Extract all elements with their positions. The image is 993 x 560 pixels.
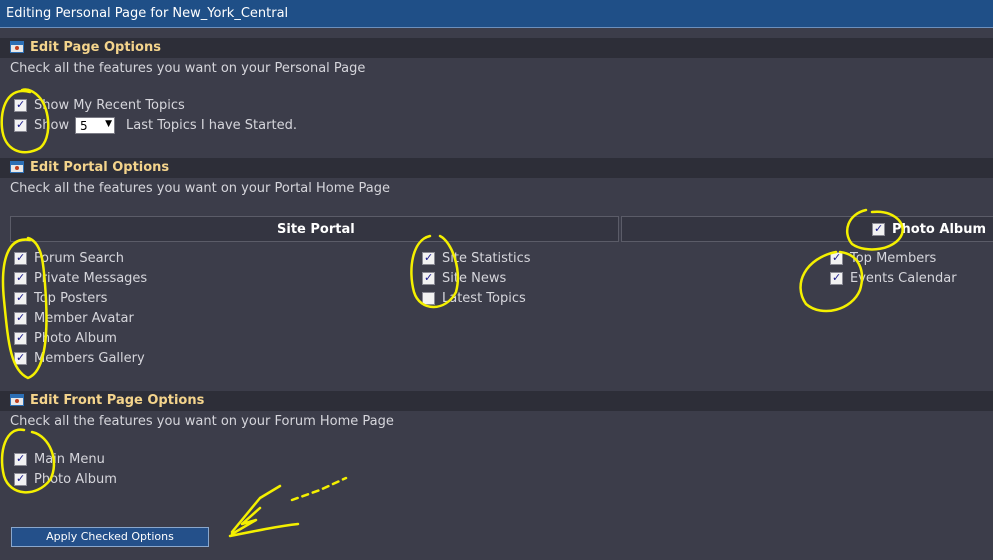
option-label: Photo Album <box>34 472 117 487</box>
section-header-page-options: Edit Page Options <box>0 38 993 58</box>
chevron-down-icon: ▼ <box>105 119 112 129</box>
checkbox-site-news[interactable] <box>422 271 435 285</box>
window-title: Editing Personal Page for New_York_Centr… <box>6 6 289 21</box>
section-header-front-page-options: Edit Front Page Options <box>0 391 993 411</box>
section-icon <box>10 394 24 406</box>
window-titlebar: Editing Personal Page for New_York_Centr… <box>0 0 993 28</box>
checkbox-latest-topics[interactable] <box>422 292 435 305</box>
annotation-arrow <box>230 484 282 534</box>
option-label: Forum Search <box>34 251 125 266</box>
checkbox-main-menu[interactable] <box>14 452 27 466</box>
photo-album-header-title: Photo Album <box>892 222 987 237</box>
option-label: Latest Topics <box>442 291 526 306</box>
checkbox-member-avatar[interactable] <box>14 311 27 325</box>
checkbox-show-recent-topics[interactable] <box>14 98 27 112</box>
option-label: Site News <box>442 271 507 286</box>
option-label: Main Menu <box>34 452 105 467</box>
topics-count-value: 5 <box>80 119 88 133</box>
checkbox-private-messages[interactable] <box>14 271 27 285</box>
checkbox-site-statistics[interactable] <box>422 251 435 265</box>
page-options-description: Check all the features you want on your … <box>10 61 366 76</box>
option-label: Events Calendar <box>850 271 957 286</box>
topics-suffix-label: Last Topics I have Started. <box>126 118 297 133</box>
section-title-front-page-options: Edit Front Page Options <box>30 393 205 408</box>
option-label: Private Messages <box>34 271 148 286</box>
annotation-arrow <box>290 476 348 502</box>
section-icon <box>10 41 24 53</box>
checkbox-members-gallery[interactable] <box>14 351 27 365</box>
option-label: Top Posters <box>34 291 108 306</box>
option-label: Member Avatar <box>34 311 134 326</box>
checkbox-top-members[interactable] <box>830 251 843 265</box>
option-label: Show My Recent Topics <box>34 98 185 113</box>
option-label: Photo Album <box>34 331 117 346</box>
site-portal-header-title: Site Portal <box>277 222 355 237</box>
annotation-arrow <box>228 522 300 538</box>
section-icon <box>10 161 24 173</box>
section-header-portal-options: Edit Portal Options <box>0 158 993 178</box>
apply-checked-options-button[interactable]: Apply Checked Options <box>11 527 209 547</box>
topics-count-select[interactable]: 5 ▼ <box>75 117 115 134</box>
option-label: Top Members <box>850 251 937 266</box>
portal-options-description: Check all the features you want on your … <box>10 181 391 196</box>
option-label: Members Gallery <box>34 351 145 366</box>
site-portal-header: Site Portal <box>10 216 619 242</box>
front-page-options-description: Check all the features you want on your … <box>10 414 394 429</box>
checkbox-forum-search[interactable] <box>14 251 27 265</box>
checkbox-top-posters[interactable] <box>14 291 27 305</box>
photo-album-header: Photo Album <box>621 216 993 242</box>
checkbox-front-photo-album[interactable] <box>14 472 27 486</box>
checkbox-events-calendar[interactable] <box>830 271 843 285</box>
checkbox-photo-album-portal[interactable] <box>872 222 885 236</box>
section-title-page-options: Edit Page Options <box>30 40 161 55</box>
option-label: Show <box>34 118 70 133</box>
checkbox-show-last-topics[interactable] <box>14 118 27 132</box>
checkbox-photo-album[interactable] <box>14 331 27 345</box>
option-label: Site Statistics <box>442 251 531 266</box>
annotation-arrow <box>230 506 262 536</box>
section-title-portal-options: Edit Portal Options <box>30 160 170 175</box>
